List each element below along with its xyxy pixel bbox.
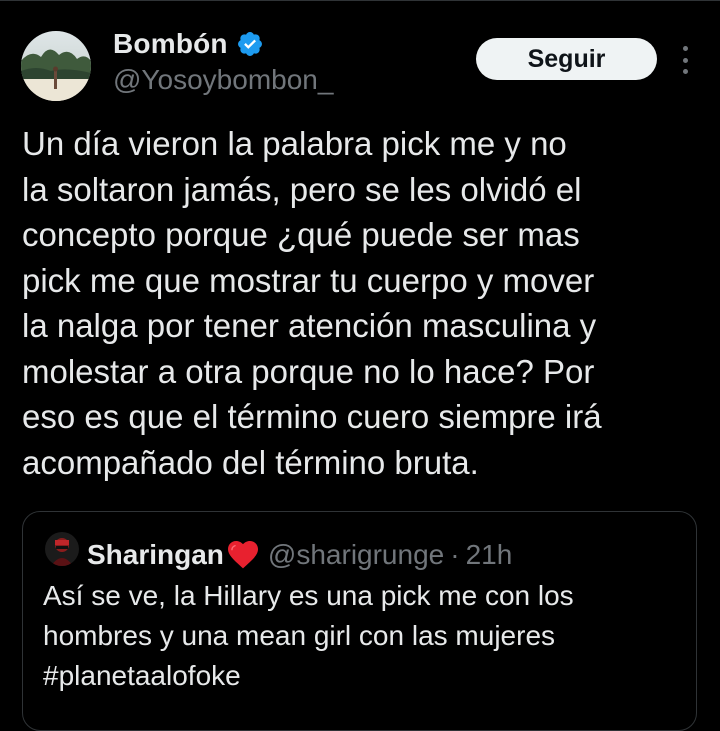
quoted-text-line: hombres y una mean girl con las mujeres — [43, 620, 556, 651]
author-name-row: Bombón — [113, 28, 264, 60]
author-avatar[interactable] — [21, 31, 91, 101]
more-options-icon[interactable] — [676, 46, 694, 74]
tweet-text-line: pick me que mostrar tu cuerpo y mover — [22, 261, 595, 299]
quoted-author-avatar — [45, 532, 79, 566]
tweet-text-line: acompañado del término bruta. — [22, 443, 479, 481]
top-divider — [0, 0, 720, 1]
tweet-text-line: la soltaron jamás, pero se les olvidó el — [22, 170, 582, 208]
quoted-text-line: Así se ve, la Hillary es una pick me con… — [43, 580, 574, 611]
tweet-text-line: eso es que el término cuero siempre irá — [22, 398, 602, 435]
quoted-timestamp: 21h — [465, 539, 513, 570]
quoted-hashtag[interactable]: #planetaalofoke — [43, 656, 683, 696]
verified-badge-icon — [236, 30, 264, 58]
red-heart-icon — [226, 539, 260, 569]
author-handle[interactable]: @Yosoybombon_ — [113, 64, 333, 96]
follow-button[interactable]: Seguir — [476, 38, 657, 80]
tweet-text-line: molestar a otra porque no lo hace? Por — [22, 352, 595, 390]
tweet-text-line: concepto porque ¿qué puede ser mas — [22, 216, 580, 253]
quoted-header: Sharingan @sharigrunge · 21h — [87, 534, 512, 571]
quoted-author-handle: @sharigrunge — [267, 539, 445, 570]
quoted-tweet-card[interactable]: Sharingan @sharigrunge · 21h Así se ve, … — [22, 511, 697, 731]
quoted-author-name: Sharingan — [87, 539, 224, 570]
author-name[interactable]: Bombón — [113, 28, 228, 60]
tweet-text: Un día vieron la palabra pick me y no la… — [22, 121, 712, 485]
quoted-separator: · — [450, 539, 460, 570]
quoted-text: Así se ve, la Hillary es una pick me con… — [43, 576, 683, 696]
tweet-text-line: Un día vieron la palabra pick me y no — [22, 125, 567, 162]
tweet-text-line: la nalga por tener atención masculina y — [22, 307, 597, 344]
